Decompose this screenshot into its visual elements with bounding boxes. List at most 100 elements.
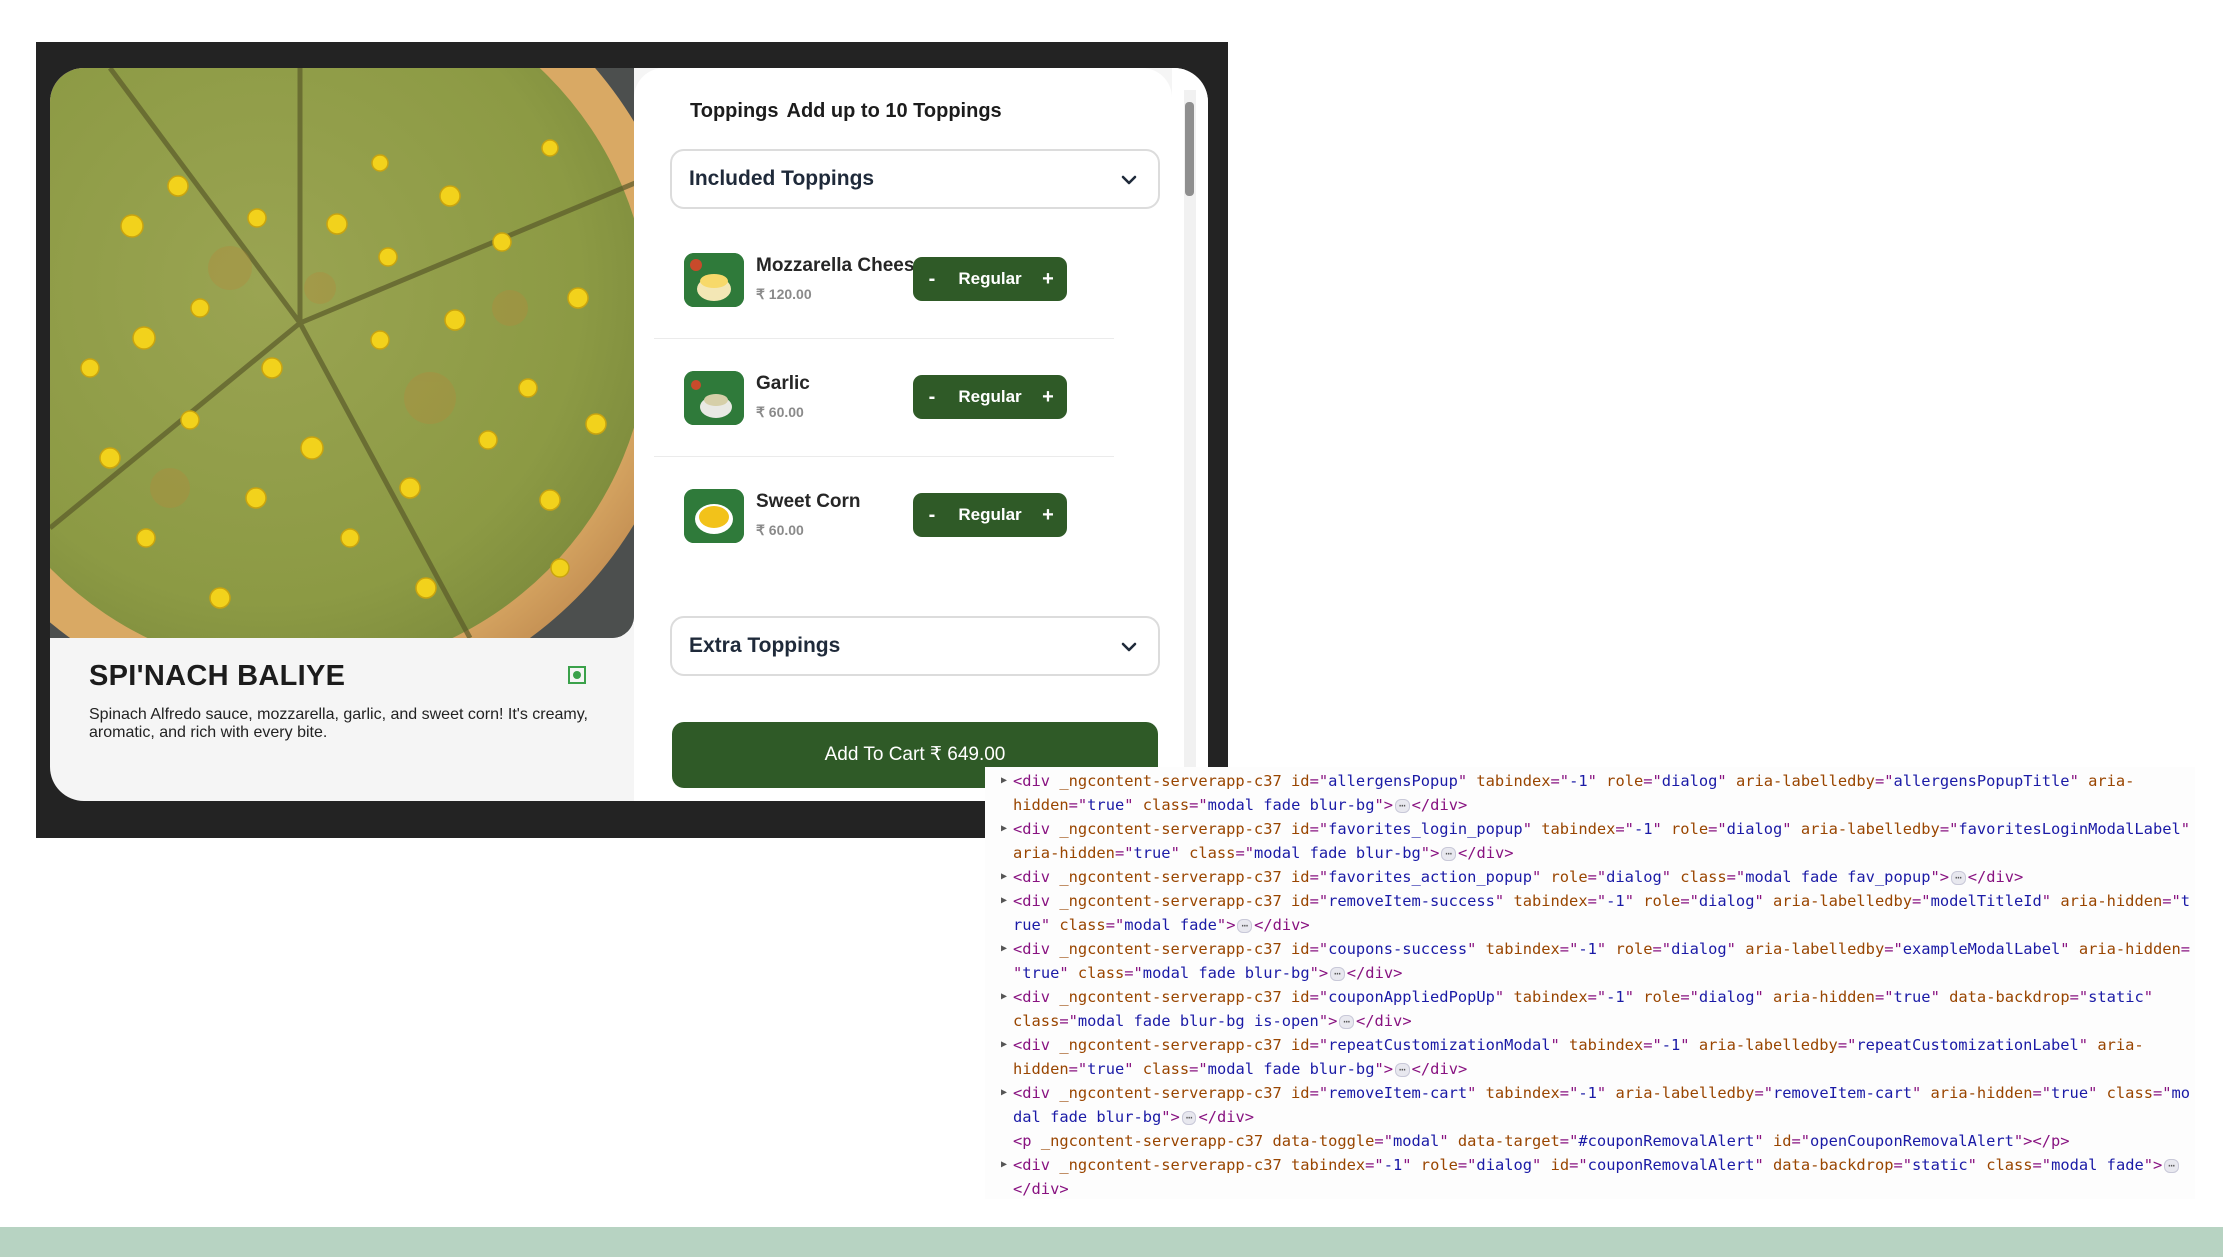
product-modal: SPI'NACH BALIYE Spinach Alfredo sauce, m… [50, 68, 1208, 801]
expand-ellipsis-button[interactable]: ⋯ [1951, 870, 1966, 885]
attribute-name: id [1550, 1156, 1570, 1174]
expand-ellipsis-button[interactable]: ⋯ [1237, 918, 1253, 933]
topping-quantity-control: - Regular + [913, 493, 1067, 537]
dom-source-line: dal fade blur-bg"> ⋯ </div> [1013, 1105, 2195, 1129]
tag-text: =" [1365, 1156, 1384, 1174]
dom-node[interactable]: ▶ <div _ngcontent-serverapp-c37 id="aller… [985, 769, 2195, 817]
increase-button[interactable]: + [1033, 375, 1063, 419]
dom-source-line: <div _ngcontent-serverapp-c37 tabindex="… [1013, 1153, 2195, 1177]
tag-text: " [1587, 772, 1607, 790]
topping-quantity-control: - Regular + [913, 375, 1067, 419]
expand-triangle-icon[interactable]: ▶ [1001, 769, 1007, 793]
expand-ellipsis-button[interactable]: ⋯ [1395, 798, 1410, 813]
dom-node[interactable]: ▶ <div _ngcontent-serverapp-c37 tabindex=… [985, 1153, 2195, 1199]
tag-text: =" [1912, 892, 1931, 910]
tag-text: =" [1309, 892, 1329, 910]
tag-text: " [1754, 892, 1774, 910]
expand-ellipsis-button[interactable]: ⋯ [2164, 1158, 2179, 1173]
attribute-name: id [1772, 1132, 1792, 1150]
attribute-value: true [1893, 988, 1931, 1006]
expand-triangle-icon[interactable]: ▶ [1001, 817, 1007, 841]
dom-node[interactable]: ▶ <div _ngcontent-serverapp-c37 id="coupo… [985, 985, 2195, 1033]
expand-triangle-icon[interactable]: ▶ [1001, 985, 1007, 1009]
tag-text: =" [1189, 796, 1208, 814]
dom-node[interactable]: ▶ <div _ngcontent-serverapp-c37 id="favor… [985, 865, 2195, 889]
chevron-down-icon [1121, 175, 1137, 185]
tag-text: =" [1874, 988, 1894, 1006]
tag-text: </div> [1457, 844, 1514, 862]
tag-text: =" [1105, 916, 1125, 934]
attribute-value: -1 [1633, 820, 1653, 838]
scrollbar-thumb[interactable] [1185, 102, 1194, 196]
tag-text: =" [1587, 892, 1607, 910]
attribute-value: #couponRemovalAlert [1578, 1132, 1755, 1150]
expand-ellipsis-button[interactable]: ⋯ [1339, 1014, 1354, 1029]
attribute-value: openCouponRemovalAlert [1810, 1132, 2014, 1150]
attribute-name: _ngcontent-serverapp-c37 [1059, 868, 1282, 886]
attribute-name: class [1077, 964, 1125, 982]
tag-text: " [1494, 988, 1514, 1006]
attribute-name: id [1291, 820, 1310, 838]
tag-text [1282, 1084, 1291, 1102]
expand-triangle-icon[interactable]: ▶ [1001, 1153, 1007, 1177]
attribute-name: id [1291, 868, 1310, 886]
tag-text: =" [1680, 988, 1699, 1006]
dom-node[interactable]: ▶ <div _ngcontent-serverapp-c37 id="remov… [985, 889, 2195, 937]
expand-triangle-icon[interactable]: ▶ [1001, 937, 1007, 961]
dom-node[interactable]: ▶ <div _ngcontent-serverapp-c37 id="favor… [985, 817, 2195, 865]
increase-button[interactable]: + [1033, 493, 1063, 537]
attribute-value: dialog [1726, 820, 1783, 838]
expand-triangle-icon[interactable]: ▶ [1001, 1081, 1007, 1105]
attribute-name: _ngcontent-serverapp-c37 [1059, 1156, 1282, 1174]
tag-text: "> [1161, 1108, 1180, 1126]
dom-source-line: <p _ngcontent-serverapp-c37 data-toggle=… [1013, 1129, 2195, 1153]
dom-node[interactable]: ▶ <div _ngcontent-serverapp-c37 id="remov… [985, 1081, 2195, 1129]
extra-toppings-label: Extra Toppings [689, 634, 841, 657]
mozzarella-cheese-image [684, 253, 744, 307]
dom-node[interactable]: ▶ <div _ngcontent-serverapp-c37 id="coupo… [985, 937, 2195, 985]
dom-node[interactable]: <p _ngcontent-serverapp-c37 data-toggle=… [985, 1129, 2195, 1153]
attribute-name: data-backdrop [1773, 1156, 1894, 1174]
tag-text: " [1967, 1156, 1987, 1174]
tag-text: "> [1930, 868, 1950, 886]
tag-text: " [1467, 1084, 1486, 1102]
topping-price: ₹ 60.00 [756, 522, 804, 538]
tag-text: " [1439, 1132, 1458, 1150]
tag-text: =" [1893, 1156, 1913, 1174]
tag-text: " [1124, 796, 1143, 814]
expand-ellipsis-button[interactable]: ⋯ [1441, 846, 1456, 861]
attribute-value: favorites_action_popup [1328, 868, 1532, 886]
expand-triangle-icon[interactable]: ▶ [1001, 1033, 1007, 1057]
expand-triangle-icon[interactable]: ▶ [1001, 889, 1007, 913]
expand-triangle-icon[interactable]: ▶ [1001, 865, 1007, 889]
tag-text: = [2180, 940, 2191, 958]
attribute-value: dialog [1476, 1156, 1533, 1174]
tag-text: </div> [1013, 1180, 1069, 1198]
tag-text: " [1467, 940, 1486, 958]
tag-text: =" [1708, 820, 1727, 838]
tag-text: " [1457, 772, 1477, 790]
dom-node[interactable]: ▶ <div _ngcontent-serverapp-c37 id="repea… [985, 1033, 2195, 1081]
tag-text [1282, 1036, 1291, 1054]
topping-name: Mozzarella Cheese [756, 255, 925, 276]
attribute-name: class [1142, 796, 1190, 814]
attribute-name: id [1291, 988, 1310, 1006]
attribute-value: dialog [1606, 868, 1662, 886]
attribute-name: aria-labelledby [1800, 820, 1940, 838]
tag-text: =" [1189, 1060, 1208, 1078]
product-title: SPI'NACH BALIYE [89, 660, 346, 692]
attribute-name: tabindex [1513, 988, 1588, 1006]
tag-text: " [1494, 892, 1514, 910]
attribute-name: tabindex [1569, 1036, 1644, 1054]
expand-ellipsis-button[interactable]: ⋯ [1330, 966, 1345, 981]
expand-ellipsis-button[interactable]: ⋯ [1181, 1110, 1197, 1125]
tag-text: </div> [1967, 868, 2024, 886]
attribute-name: id [1291, 1036, 1310, 1054]
extra-toppings-accordion[interactable]: Extra Toppings [670, 616, 1160, 676]
expand-ellipsis-button[interactable]: ⋯ [1395, 1062, 1410, 1077]
tag-text: " [2060, 940, 2079, 958]
attribute-value: modal fade [1124, 916, 1217, 934]
included-toppings-accordion[interactable]: Included Toppings [670, 149, 1160, 209]
topping-row-garlic: Garlic ₹ 60.00 - Regular + [654, 339, 1124, 457]
increase-button[interactable]: + [1033, 257, 1063, 301]
